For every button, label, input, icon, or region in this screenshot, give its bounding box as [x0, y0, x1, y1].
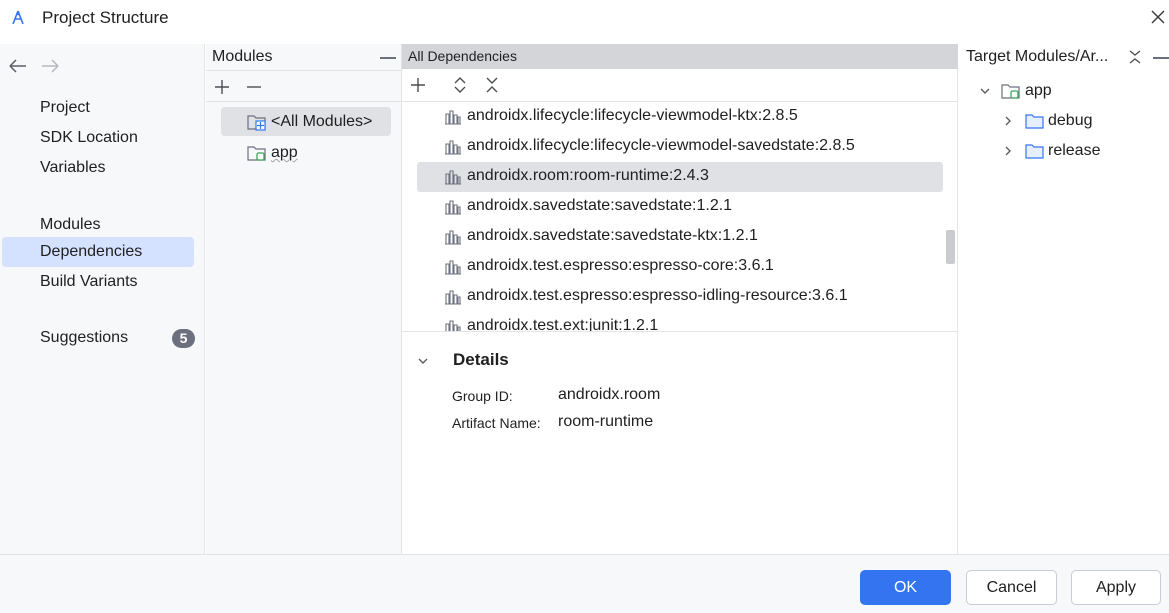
settings-sidebar: Project SDK Location Variables Modules D… [0, 44, 205, 554]
group-id-value: androidx.room [558, 386, 661, 403]
chevron-down-icon[interactable] [416, 354, 430, 368]
collapse-all-icon[interactable] [482, 75, 502, 95]
expand-all-icon[interactable] [450, 75, 470, 95]
library-icon [445, 170, 461, 185]
artifact-name-label: Artifact Name: [452, 415, 541, 431]
dependencies-toolbar [402, 69, 958, 102]
dependencies-panel: All Dependencies androidx.lifecycle:life… [402, 44, 958, 554]
nav-item-sdk-location[interactable]: SDK Location [2, 123, 194, 153]
target-modules-title: Target Modules/Ar... [966, 48, 1109, 65]
dependencies-panel-title: All Dependencies [408, 48, 517, 64]
ok-button[interactable]: OK [860, 570, 951, 605]
dependency-label: androidx.test.espresso:espresso-idling-r… [467, 287, 848, 304]
folder-icon [1025, 144, 1044, 159]
minus-icon[interactable] [380, 57, 396, 59]
folder-icon [1025, 114, 1044, 129]
all-modules-icon [247, 115, 266, 131]
plus-icon[interactable] [408, 75, 428, 95]
modules-toolbar [206, 70, 402, 102]
dialog-footer: OK Cancel Apply [0, 554, 1169, 613]
library-icon [445, 320, 461, 331]
dependency-row-selected[interactable]: androidx.room:room-runtime:2.4.3 [417, 162, 943, 192]
group-id-label: Group ID: [452, 388, 513, 404]
history-navigation [6, 56, 62, 81]
nav-item-modules[interactable]: Modules [2, 210, 194, 240]
chevron-right-icon[interactable] [1001, 114, 1015, 128]
plus-icon[interactable] [212, 77, 232, 97]
artifact-name-value: room-runtime [558, 413, 654, 430]
chevron-down-icon[interactable] [978, 84, 992, 98]
module-item-label: app [271, 144, 298, 161]
dependency-label: androidx.lifecycle:lifecycle-viewmodel-k… [467, 107, 798, 124]
library-icon [445, 290, 461, 305]
chevron-right-icon[interactable] [1001, 144, 1015, 158]
close-icon[interactable] [1147, 6, 1169, 28]
nav-item-suggestions[interactable]: Suggestions [2, 323, 194, 353]
minus-icon[interactable] [1153, 57, 1169, 59]
dependencies-scrollbar[interactable] [946, 230, 955, 264]
dependency-label: androidx.savedstate:savedstate:1.2.1 [467, 197, 733, 214]
nav-item-dependencies[interactable]: Dependencies [2, 237, 194, 267]
library-icon [445, 140, 461, 155]
dependency-row[interactable]: androidx.test.espresso:espresso-core:3.6… [417, 252, 943, 282]
dependency-label: androidx.test.ext:junit:1.2.1 [467, 317, 659, 332]
tree-item-label: debug [1048, 112, 1093, 129]
modules-panel-title: Modules [212, 48, 273, 65]
dependency-row[interactable]: androidx.savedstate:savedstate:1.2.1 [417, 192, 943, 222]
target-modules-panel: Target Modules/Ar... app debug release [959, 44, 1169, 554]
module-folder-icon [1001, 84, 1020, 99]
apply-button[interactable]: Apply [1071, 570, 1161, 605]
dependency-label: androidx.room:room-runtime:2.4.3 [467, 167, 709, 184]
tree-item-debug[interactable]: debug [959, 108, 1169, 134]
dependency-row[interactable]: androidx.lifecycle:lifecycle-viewmodel-k… [417, 102, 943, 132]
module-item-label: <All Modules> [271, 113, 373, 130]
modules-panel: Modules <All Modules> app [206, 44, 402, 554]
suggestions-count-badge: 5 [172, 329, 195, 348]
nav-item-variables[interactable]: Variables [2, 153, 194, 183]
module-folder-icon [247, 146, 266, 161]
tree-item-label: app [1025, 82, 1052, 99]
library-icon [445, 260, 461, 275]
dependencies-list: androidx.lifecycle:lifecycle-viewmodel-k… [402, 102, 958, 332]
dependency-row[interactable]: androidx.test.espresso:espresso-idling-r… [417, 282, 943, 312]
dependencies-panel-header: All Dependencies [402, 44, 958, 69]
cancel-button[interactable]: Cancel [966, 570, 1057, 605]
title-bar: Project Structure [0, 0, 1169, 37]
dependency-row[interactable]: androidx.test.ext:junit:1.2.1 [417, 312, 943, 332]
details-section: Details Group ID: androidx.room Artifact… [402, 334, 958, 554]
dependency-row[interactable]: androidx.savedstate:savedstate-ktx:1.2.1 [417, 222, 943, 252]
tree-item-label: release [1048, 142, 1101, 159]
nav-item-build-variants[interactable]: Build Variants [2, 267, 194, 297]
module-item-app[interactable]: app [221, 138, 391, 167]
android-studio-icon [12, 10, 24, 25]
dependency-row[interactable]: androidx.lifecycle:lifecycle-viewmodel-s… [417, 132, 943, 162]
arrow-right-icon[interactable] [36, 56, 62, 76]
tree-item-app[interactable]: app [959, 78, 1169, 104]
dependency-label: androidx.savedstate:savedstate-ktx:1.2.1 [467, 227, 758, 244]
nav-item-project[interactable]: Project [2, 93, 194, 123]
library-icon [445, 110, 461, 125]
window-title: Project Structure [42, 8, 169, 27]
library-icon [445, 200, 461, 215]
dependency-label: androidx.test.espresso:espresso-core:3.6… [467, 257, 774, 274]
arrow-left-icon[interactable] [6, 56, 32, 76]
tree-item-release[interactable]: release [959, 138, 1169, 164]
minus-icon[interactable] [244, 77, 264, 97]
library-icon [445, 230, 461, 245]
dependency-label: androidx.lifecycle:lifecycle-viewmodel-s… [467, 137, 855, 154]
collapse-all-icon[interactable] [1127, 49, 1143, 65]
details-title: Details [453, 350, 509, 369]
module-item-all-modules[interactable]: <All Modules> [221, 107, 391, 136]
